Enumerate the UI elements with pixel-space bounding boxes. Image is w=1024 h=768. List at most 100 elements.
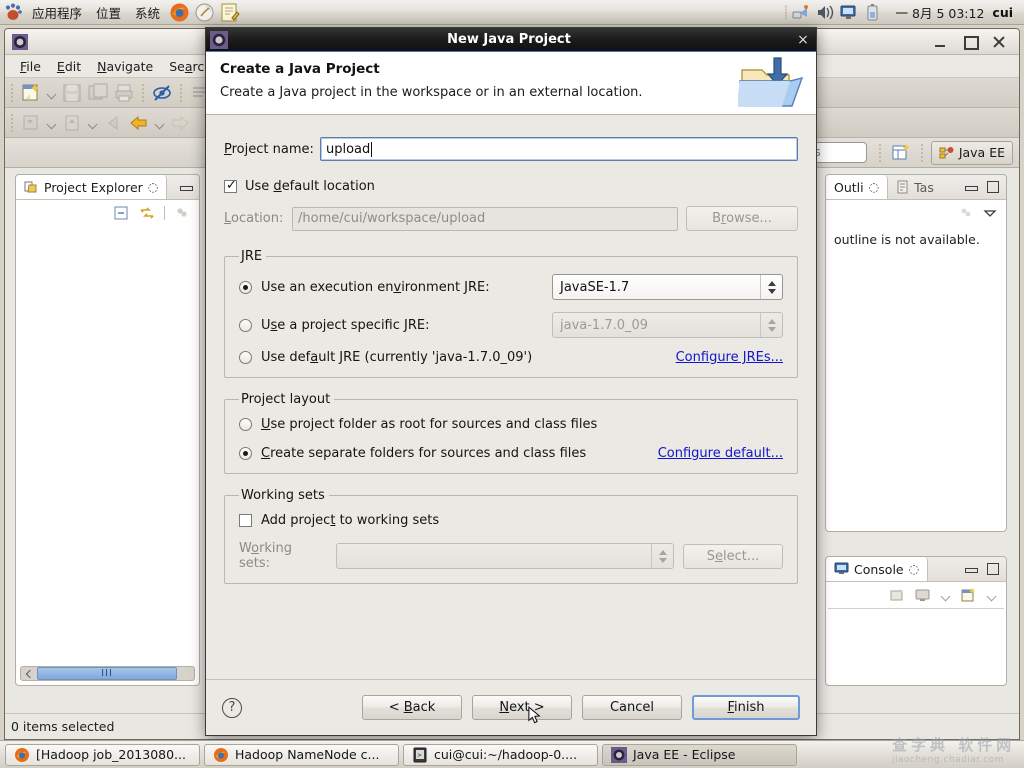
toolbar-grip[interactable] [178,82,184,104]
configure-default-link[interactable]: Configure default... [658,446,783,461]
eclipse-window-controls[interactable] [933,34,1015,50]
toolbar-grip[interactable] [140,82,146,104]
menu-file[interactable]: File [13,58,48,75]
tab-outline[interactable]: Outli ◌ [826,175,889,199]
chevron-updown-icon[interactable] [760,275,782,299]
location-input[interactable]: /home/cui/workspace/upload [292,206,678,231]
text-editor-icon[interactable] [219,2,240,23]
maximize-icon[interactable] [962,34,979,50]
back-button[interactable]: < Back [362,695,462,720]
save-all-icon[interactable] [86,81,110,105]
gnome-menu-applications[interactable]: 应用程序 [25,1,89,24]
back-history-icon[interactable] [101,111,125,135]
use-default-location-row[interactable]: Use default location [224,178,798,194]
jre-option-default-row[interactable]: Use default JRE (currently 'java-1.7.0_0… [239,350,783,365]
jre-option-project-specific-row[interactable]: Use a project specific JRE: java-1.7.0_0… [239,312,783,338]
console-view-controls[interactable] [965,557,1006,581]
jre-project-specific-radio[interactable] [239,318,252,332]
new-wizard-icon[interactable] [19,81,43,105]
project-explorer-view-controls[interactable] [180,175,199,199]
layout-option-separate-row[interactable]: Create separate folders for sources and … [239,446,783,461]
maximize-icon[interactable] [987,563,999,575]
forward-arrow-icon[interactable] [168,111,192,135]
user-menu[interactable]: cui [992,5,1017,20]
close-icon[interactable]: ◌ [869,180,879,194]
console-toolbar[interactable] [826,582,1006,608]
new-perspective-icon[interactable] [889,141,913,165]
toolbar-grip[interactable] [9,112,15,134]
project-explorer-toolbar[interactable] [16,200,199,226]
perspective-grip[interactable] [877,142,883,164]
layout-separate-folders-radio[interactable] [239,447,252,460]
close-icon[interactable] [991,34,1007,50]
close-icon[interactable]: ◌ [909,562,919,576]
back-dropdown-icon[interactable] [153,112,166,134]
firefox-icon[interactable] [169,2,190,23]
browse-button[interactable]: Browse... [686,206,798,231]
taskbar-window-1[interactable]: Hadoop NameNode c... [204,743,399,766]
back-arrow-icon[interactable] [127,111,151,135]
minimize-icon[interactable] [965,563,978,575]
working-sets-combo[interactable] [336,543,674,569]
use-default-location-checkbox[interactable] [224,178,237,193]
minimize-icon[interactable] [933,34,949,50]
display-icon[interactable] [839,3,859,22]
scroll-left-icon[interactable] [21,667,37,680]
network-icon[interactable] [791,3,811,22]
scroll-thumb[interactable]: III [37,667,177,680]
project-name-input[interactable]: upload [320,137,798,161]
perspective-java-ee-button[interactable]: Java EE [930,140,1013,165]
maximize-icon[interactable] [987,181,999,193]
battery-icon[interactable] [863,3,883,22]
outline-toolbar[interactable] [826,200,1006,226]
open-console-dropdown-icon[interactable] [985,584,998,606]
help-icon[interactable] [194,2,215,23]
perspective-grip2[interactable] [919,142,925,164]
menu-navigate[interactable]: Navigate [90,58,160,75]
chevron-updown-icon[interactable] [651,544,673,568]
cancel-button[interactable]: Cancel [582,695,682,720]
configure-jres-link[interactable]: Configure JREs... [676,350,783,365]
new-wizard-dropdown-icon[interactable] [45,82,58,104]
tab-project-explorer[interactable]: Project Explorer ◌ [16,175,168,199]
add-to-working-sets-row[interactable]: Add project to working sets [239,513,783,528]
finish-button[interactable]: Finish [692,695,800,720]
add-to-working-sets-checkbox[interactable] [239,514,252,527]
save-icon[interactable] [60,81,84,105]
tab-tasks[interactable]: Tas [888,175,942,199]
jre-project-specific-combo[interactable]: java-1.7.0_09 [552,312,783,338]
select-working-sets-button[interactable]: Select... [683,543,783,569]
jre-execution-env-radio[interactable] [239,280,252,294]
close-icon[interactable]: ◌ [148,180,158,194]
chevron-updown-icon[interactable] [760,313,782,337]
tab-console[interactable]: Console ◌ [826,557,929,581]
project-explorer-hscrollbar[interactable]: III [20,666,195,681]
run-dropdown-icon[interactable] [86,112,99,134]
jre-default-radio[interactable] [239,351,252,364]
volume-icon[interactable] [815,3,835,22]
gnome-foot-icon[interactable] [3,2,23,22]
jre-option-execution-env-row[interactable]: Use an execution environment JRE: JavaSE… [239,274,783,300]
menu-edit[interactable]: Edit [50,58,88,75]
layout-project-folder-radio[interactable] [239,418,252,431]
toggle-markup-icon[interactable] [150,81,174,105]
toolbar-grip[interactable] [9,82,15,104]
layout-option-root-row[interactable]: Use project folder as root for sources a… [239,417,783,432]
outline-view-controls[interactable] [965,175,1006,199]
minimize-icon[interactable] [180,181,193,193]
taskbar-window-3[interactable]: Java EE - Eclipse [602,743,797,766]
debug-icon[interactable] [19,111,43,135]
run-icon[interactable] [60,111,84,135]
gnome-menu-places[interactable]: 位置 [89,1,128,24]
jre-execution-env-combo[interactable]: JavaSE-1.7 [552,274,783,300]
taskbar-window-2[interactable]: > cui@cui:~/hadoop-0.... [403,743,598,766]
next-button[interactable]: Next > [472,695,572,720]
debug-dropdown-icon[interactable] [45,112,58,134]
print-icon[interactable] [112,81,136,105]
taskbar-window-0[interactable]: [Hadoop job_2013080... [5,743,200,766]
gnome-menu-system[interactable]: 系统 [128,1,167,24]
help-icon[interactable]: ? [222,697,242,718]
display-console-dropdown-icon[interactable] [939,584,952,606]
minimize-icon[interactable] [965,181,978,193]
close-icon[interactable]: × [790,32,816,48]
